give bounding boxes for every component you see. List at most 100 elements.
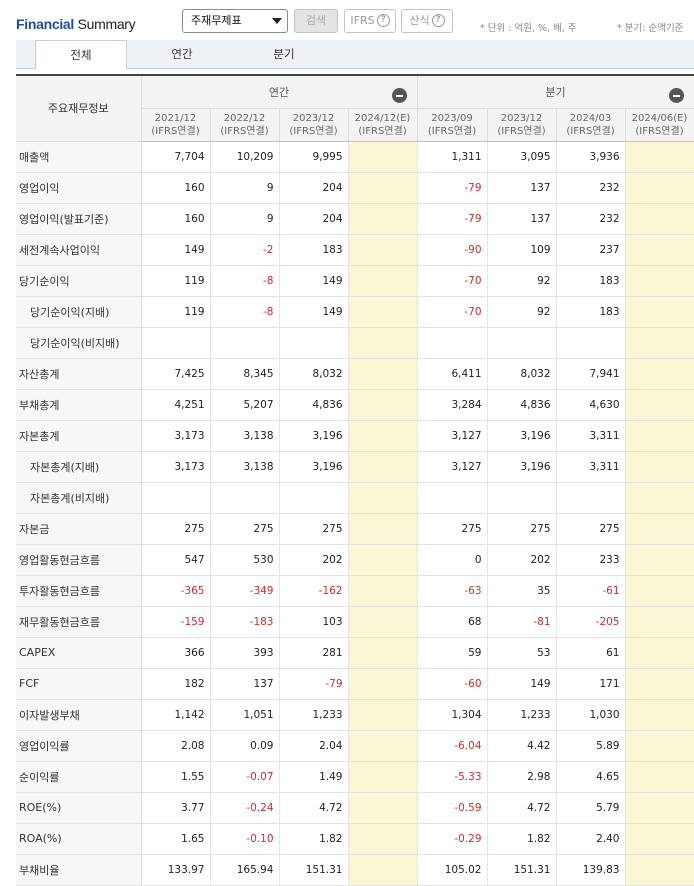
- value-cell: 92: [487, 296, 557, 328]
- quarter-section-label: 분기: [545, 86, 566, 99]
- value-cell: 149: [279, 296, 349, 328]
- period-date: 2024/12(E): [354, 112, 411, 124]
- value-cell: 1.55: [141, 761, 211, 793]
- period-basis: (IFRS연결): [220, 125, 269, 137]
- row-label: 자본금: [16, 513, 142, 545]
- value-cell: [625, 234, 694, 266]
- value-cell: 7,704: [141, 141, 211, 173]
- value-cell: [348, 730, 418, 762]
- value-cell: 3,284: [417, 389, 488, 421]
- table-row: 자본총계(지배) 3,173 3,138 3,196 3,127 3,196 3,311: [16, 451, 694, 483]
- period-date: 2023/12: [292, 112, 335, 124]
- value-cell: 3,095: [487, 141, 557, 173]
- value-cell: 530: [210, 544, 280, 576]
- table-row: 영업이익률 2.08 0.09 2.04 -6.04 4.42 5.89: [16, 730, 694, 762]
- collapse-quarter-icon[interactable]: [668, 88, 684, 103]
- row-label: 당기순이익(비지배): [16, 327, 142, 359]
- value-cell: 160: [141, 172, 211, 204]
- row-label: 영업이익: [16, 172, 142, 204]
- value-cell: 1.65: [141, 823, 211, 855]
- value-cell: 137: [487, 172, 557, 204]
- value-cell: [348, 327, 418, 359]
- value-cell: 9,995: [279, 141, 349, 173]
- table-row: 당기순이익(비지배): [16, 327, 694, 359]
- value-cell: -79: [417, 172, 488, 204]
- period-header: 2024/03 (IFRS연결): [556, 108, 626, 142]
- row-label: 영업이익(발표기준): [16, 203, 142, 235]
- value-cell: 3,311: [556, 451, 626, 483]
- value-cell: 3.77: [141, 792, 211, 824]
- value-cell: 6,411: [417, 358, 488, 390]
- row-label: 영업이익률: [16, 730, 142, 762]
- chevron-down-icon: [272, 18, 282, 24]
- value-cell: [348, 668, 418, 700]
- value-cell: 92: [487, 265, 557, 297]
- value-cell: -0.59: [417, 792, 488, 824]
- value-cell: 103: [279, 606, 349, 638]
- value-cell: 105.02: [417, 854, 488, 886]
- value-cell: 393: [210, 637, 280, 669]
- value-cell: [625, 637, 694, 669]
- table-row: 부채총계 4,251 5,207 4,836 3,284 4,836 4,630: [16, 389, 694, 421]
- ifrs-label: IFRS: [350, 14, 375, 27]
- value-cell: [348, 389, 418, 421]
- tab-annual[interactable]: 연간: [136, 40, 228, 69]
- value-cell: [625, 327, 694, 359]
- statement-type-select[interactable]: 주재무제표: [182, 9, 288, 33]
- value-cell: -63: [417, 575, 488, 607]
- tab-quarterly[interactable]: 분기: [238, 40, 330, 69]
- value-cell: 8,345: [210, 358, 280, 390]
- value-cell: [348, 203, 418, 235]
- top-bar: Financial Summary 주재무제표 검색 IFRS? 산식? * 단…: [0, 0, 694, 44]
- period-header: 2023/09 (IFRS연결): [417, 108, 488, 142]
- value-cell: [348, 637, 418, 669]
- value-cell: [625, 575, 694, 607]
- value-cell: [625, 172, 694, 204]
- value-cell: 3,173: [141, 451, 211, 483]
- value-cell: 3,173: [141, 420, 211, 452]
- period-basis: (IFRS연결): [497, 125, 546, 137]
- value-cell: 8,032: [487, 358, 557, 390]
- annual-section-header: 연간: [141, 76, 418, 109]
- value-cell: 1,233: [487, 699, 557, 731]
- period-basis: (IFRS연결): [289, 125, 338, 137]
- value-cell: 8,032: [279, 358, 349, 390]
- value-cell: -162: [279, 575, 349, 607]
- value-cell: 119: [141, 296, 211, 328]
- tab-all[interactable]: 전체: [35, 40, 127, 70]
- annual-section-label: 연간: [268, 86, 290, 99]
- row-label: 세전계속사업이익: [16, 234, 142, 266]
- value-cell: 7,425: [141, 358, 211, 390]
- value-cell: [556, 482, 626, 514]
- value-cell: 1,142: [141, 699, 211, 731]
- ifrs-help-button[interactable]: IFRS?: [344, 9, 396, 33]
- value-cell: 366: [141, 637, 211, 669]
- value-cell: 275: [417, 513, 488, 545]
- value-cell: 7,941: [556, 358, 626, 390]
- value-cell: [625, 761, 694, 793]
- value-cell: 3,196: [279, 451, 349, 483]
- value-cell: [625, 420, 694, 452]
- table-row: 자본금 275 275 275 275 275 275: [16, 513, 694, 545]
- value-cell: 137: [487, 203, 557, 235]
- table-row: CAPEX 366 393 281 59 53 61: [16, 637, 694, 669]
- value-cell: [487, 327, 557, 359]
- value-cell: [348, 699, 418, 731]
- search-button[interactable]: 검색: [294, 9, 338, 33]
- formula-help-button[interactable]: 산식?: [401, 9, 453, 33]
- collapse-annual-icon[interactable]: [391, 88, 407, 103]
- value-cell: [348, 761, 418, 793]
- value-cell: [487, 482, 557, 514]
- value-cell: [348, 575, 418, 607]
- formula-label: 산식: [409, 14, 430, 27]
- value-cell: [279, 482, 349, 514]
- value-cell: 1,030: [556, 699, 626, 731]
- statement-type-value: 주재무제표: [191, 14, 242, 27]
- period-date: 2024/06(E): [631, 112, 688, 124]
- help-icon: ?: [376, 13, 390, 27]
- value-cell: 183: [556, 296, 626, 328]
- value-cell: -349: [210, 575, 280, 607]
- value-cell: [141, 327, 211, 359]
- value-cell: -79: [417, 203, 488, 235]
- value-cell: 137: [210, 668, 280, 700]
